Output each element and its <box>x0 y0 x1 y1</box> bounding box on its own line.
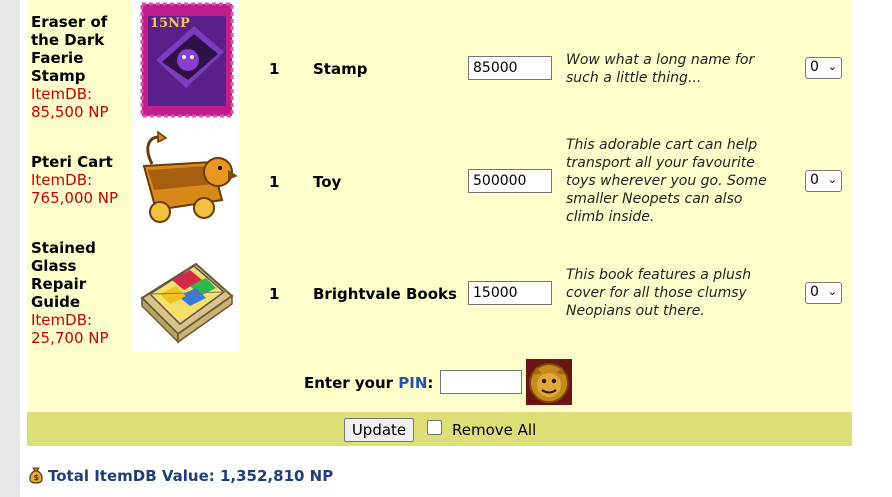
item-image <box>132 124 239 234</box>
remove-quantity-select[interactable]: 0 ⌄ <box>805 282 842 304</box>
remove-all-label: Remove All <box>452 421 537 439</box>
item-name: Stained Glass Repair Guide ItemDB: 25,70… <box>31 239 109 347</box>
item-image <box>132 234 239 352</box>
itemdb-label: ItemDB: <box>31 171 93 189</box>
itemdb-label: ItemDB: <box>31 311 93 329</box>
remove-quantity-select[interactable]: 0 ⌄ <box>805 57 842 79</box>
table-row: Pteri Cart ItemDB: 765,000 NP 1 Toy This… <box>27 124 852 234</box>
itemdb-value: 85,500 NP <box>31 103 109 121</box>
pin-input[interactable] <box>440 370 522 394</box>
item-name: Eraser of the Dark Faerie Stamp ItemDB: … <box>31 13 109 121</box>
chevron-down-icon: ⌄ <box>827 285 837 298</box>
update-button[interactable]: Update <box>344 418 414 442</box>
itemdb-value: 25,700 NP <box>31 329 109 347</box>
money-bag-icon: $ <box>29 467 43 484</box>
shopkeeper-icon <box>526 359 572 405</box>
table-row: Stained Glass Repair Guide ItemDB: 25,70… <box>27 234 852 352</box>
item-description: This adorable cart can help transport al… <box>566 137 767 225</box>
cart-image <box>142 130 238 223</box>
item-quantity: 1 <box>269 285 280 303</box>
price-input[interactable] <box>468 281 552 305</box>
price-input[interactable] <box>468 56 552 80</box>
item-image: 15NP <box>132 0 239 124</box>
item-category: Stamp <box>313 60 368 78</box>
table-row: Eraser of the Dark Faerie Stamp ItemDB: … <box>27 0 852 124</box>
price-input[interactable] <box>468 169 552 193</box>
item-description: This book features a plush cover for all… <box>566 267 752 319</box>
book-image <box>140 262 234 344</box>
itemdb-label: ItemDB: <box>31 85 93 103</box>
item-quantity: 1 <box>269 173 280 191</box>
item-quantity: 1 <box>269 60 280 78</box>
chevron-down-icon: ⌄ <box>827 173 837 186</box>
chevron-down-icon: ⌄ <box>827 60 837 73</box>
total-itemdb-value: $ Total ItemDB Value: 1,352,810 NP <box>28 466 333 485</box>
itemdb-value: 765,000 NP <box>31 189 119 207</box>
item-name: Pteri Cart ItemDB: 765,000 NP <box>31 153 119 207</box>
item-description: Wow what a long name for such a little t… <box>566 52 755 86</box>
svg-text:$: $ <box>34 473 40 482</box>
pin-label: Enter your PIN: <box>304 374 434 392</box>
stamp-badge: 15NP <box>150 16 190 31</box>
page-gutter <box>0 0 20 497</box>
item-category: Toy <box>313 173 342 191</box>
remove-all-checkbox[interactable] <box>427 420 442 435</box>
item-category: Brightvale Books <box>313 285 457 303</box>
stamp-image: 15NP <box>140 2 234 118</box>
remove-quantity-select[interactable]: 0 ⌄ <box>805 170 842 192</box>
